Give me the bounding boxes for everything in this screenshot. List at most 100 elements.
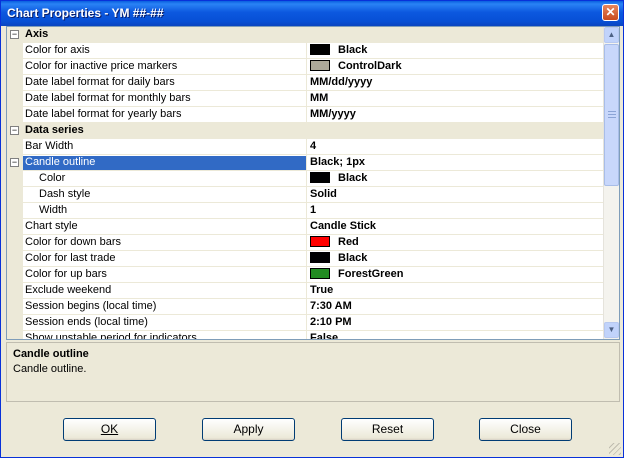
property-value[interactable]: Black <box>310 172 600 186</box>
row-gutter <box>7 187 23 202</box>
property-value[interactable]: Red <box>310 236 600 250</box>
column-separator[interactable] <box>306 315 307 330</box>
scroll-down-button[interactable]: ▼ <box>604 322 619 338</box>
row-gutter <box>7 91 23 106</box>
property-row[interactable]: Color for inactive price markers ControlD… <box>7 59 604 75</box>
property-value-text: True <box>310 284 334 296</box>
property-row[interactable]: Width 1 <box>7 203 604 219</box>
property-row[interactable]: Color for up bars ForestGreen <box>7 267 604 283</box>
collapse-toggle-icon[interactable]: − <box>10 126 19 135</box>
property-row[interactable]: Date label format for monthly bars MM <box>7 91 604 107</box>
close-window-button[interactable]: ✕ <box>602 4 619 21</box>
column-separator[interactable] <box>306 219 307 234</box>
property-value[interactable]: ForestGreen <box>310 268 600 282</box>
property-row[interactable]: Dash style Solid <box>7 187 604 203</box>
row-gutter <box>7 107 23 122</box>
property-name: Color for up bars <box>25 268 107 280</box>
column-separator[interactable] <box>306 139 307 154</box>
property-value[interactable]: MM/dd/yyyy <box>310 76 600 90</box>
column-separator[interactable] <box>306 267 307 282</box>
property-row[interactable]: Session ends (local time) 2:10 PM <box>7 315 604 331</box>
row-gutter <box>7 75 23 90</box>
ok-button[interactable]: OK <box>63 418 156 441</box>
column-separator[interactable] <box>306 59 307 74</box>
property-value-text: Black; 1px <box>310 156 366 168</box>
property-value[interactable]: 1 <box>310 204 600 218</box>
description-title: Candle outline <box>13 348 89 360</box>
thumb-grip-icon <box>608 111 616 118</box>
property-name: Candle outline <box>23 156 306 170</box>
property-value[interactable]: 2:10 PM <box>310 316 600 330</box>
row-gutter <box>7 219 23 234</box>
collapse-toggle-icon[interactable]: − <box>10 30 19 39</box>
property-value[interactable]: 7:30 AM <box>310 300 600 314</box>
column-separator[interactable] <box>306 235 307 250</box>
row-gutter <box>7 299 23 314</box>
property-name: Color <box>39 172 66 184</box>
column-separator[interactable] <box>306 43 307 58</box>
resize-grip[interactable] <box>609 443 621 455</box>
column-separator[interactable] <box>306 107 307 122</box>
property-name: Session begins (local time) <box>25 300 157 312</box>
description-text: Candle outline. <box>13 363 87 375</box>
apply-button[interactable]: Apply <box>202 418 295 441</box>
column-separator[interactable] <box>306 91 307 106</box>
scroll-up-button[interactable]: ▲ <box>604 27 619 43</box>
property-row[interactable]: − Candle outline Black; 1px <box>7 155 604 171</box>
close-button-label: Close <box>510 422 541 436</box>
column-separator[interactable] <box>306 299 307 314</box>
property-row[interactable]: Bar Width 4 <box>7 139 604 155</box>
property-value[interactable]: 4 <box>310 140 600 154</box>
property-value[interactable]: Black <box>310 44 600 58</box>
column-separator[interactable] <box>306 283 307 298</box>
close-button[interactable]: Close <box>479 418 572 441</box>
column-separator[interactable] <box>306 155 307 170</box>
category-row[interactable]: − Data series <box>7 123 604 139</box>
category-label: Data series <box>25 124 84 136</box>
property-value[interactable]: Candle Stick <box>310 220 600 234</box>
property-row[interactable]: Date label format for daily bars MM/dd/yy… <box>7 75 604 91</box>
property-value-text: 4 <box>310 140 317 152</box>
property-value[interactable]: Black; 1px <box>310 156 600 170</box>
column-separator[interactable] <box>306 203 307 218</box>
property-value-text: Red <box>338 236 359 248</box>
property-value-text: MM/dd/yyyy <box>310 76 373 88</box>
column-separator[interactable] <box>306 251 307 266</box>
property-value-text: 7:30 AM <box>310 300 352 312</box>
title-bar[interactable]: Chart Properties - YM ##-## ✕ <box>1 1 623 26</box>
color-swatch <box>310 252 330 263</box>
property-name: Color for inactive price markers <box>25 60 178 72</box>
column-separator[interactable] <box>306 187 307 202</box>
property-value[interactable]: True <box>310 284 600 298</box>
property-row[interactable]: Session begins (local time) 7:30 AM <box>7 299 604 315</box>
scrollbar-thumb[interactable] <box>604 44 619 186</box>
vertical-scrollbar[interactable]: ▲ ▼ <box>603 27 619 339</box>
property-row[interactable]: Exclude weekend True <box>7 283 604 299</box>
property-value[interactable]: Black <box>310 252 600 266</box>
property-row[interactable]: Color for down bars Red <box>7 235 604 251</box>
reset-button-label: Reset <box>371 422 404 436</box>
column-separator[interactable] <box>306 75 307 90</box>
property-row[interactable]: Color for axis Black <box>7 43 604 59</box>
property-name: Color for axis <box>25 44 90 56</box>
property-value[interactable]: MM/yyyy <box>310 108 600 122</box>
column-separator[interactable] <box>306 331 307 339</box>
color-swatch <box>310 172 330 183</box>
property-row[interactable]: Show unstable period for indicators False <box>7 331 604 339</box>
property-value[interactable]: Solid <box>310 188 600 202</box>
property-row[interactable]: Date label format for yearly bars MM/yyyy <box>7 107 604 123</box>
property-value[interactable]: MM <box>310 92 600 106</box>
property-value[interactable]: False <box>310 332 600 339</box>
property-row[interactable]: Color Black <box>7 171 604 187</box>
property-value[interactable]: ControlDark <box>310 60 600 74</box>
collapse-toggle-icon[interactable]: − <box>10 158 19 167</box>
property-grid-rows: − Axis Color for axis Black Color for inacti… <box>7 27 604 339</box>
category-row[interactable]: − Axis <box>7 27 604 43</box>
row-gutter <box>7 43 23 58</box>
property-row[interactable]: Color for last trade Black <box>7 251 604 267</box>
column-separator[interactable] <box>306 171 307 186</box>
property-row[interactable]: Chart style Candle Stick <box>7 219 604 235</box>
row-gutter <box>7 139 23 154</box>
reset-button[interactable]: Reset <box>341 418 434 441</box>
row-gutter <box>7 267 23 282</box>
